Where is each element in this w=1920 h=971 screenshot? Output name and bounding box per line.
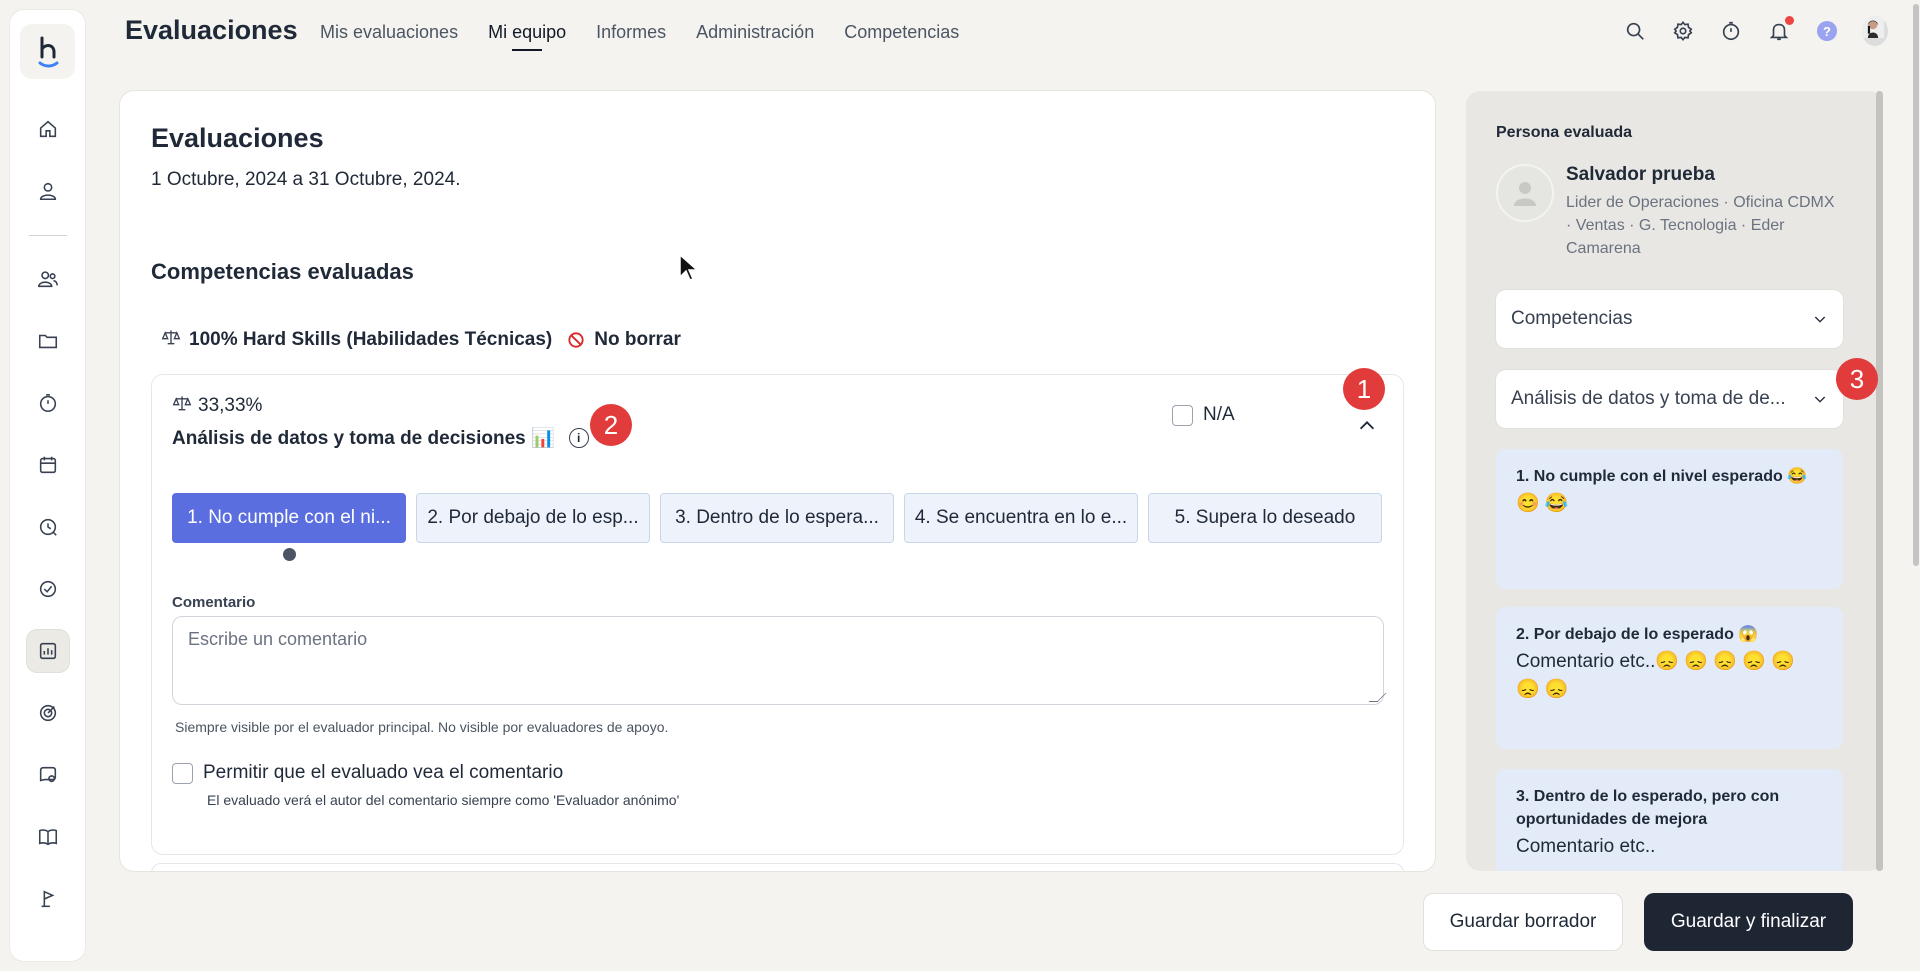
na-option[interactable]: N/A (1172, 404, 1235, 426)
level-card-title: 3. Dentro de lo esperado, pero con oport… (1516, 788, 1780, 828)
user-icon[interactable] (27, 170, 69, 212)
comment-input[interactable] (172, 616, 1384, 705)
notification-dot (1785, 16, 1794, 25)
sidebar-divider (29, 235, 67, 236)
app-title: Evaluaciones (125, 15, 298, 45)
scale-icon (172, 393, 192, 419)
level-option-5[interactable]: 5. Supera lo deseado (1148, 493, 1382, 543)
level-card-body: Comentario etc..😞 😞 😞 😞 😞 😞 😞 (1516, 651, 1795, 700)
avatar[interactable] (1862, 16, 1888, 46)
selected-level-indicator (283, 548, 296, 561)
level-card-title: 1. No cumple con el nivel esperado 😂 (1516, 468, 1808, 485)
group-label: 100% Hard Skills (Habilidades Técnicas) (189, 329, 553, 350)
chat-search-icon[interactable] (27, 754, 69, 796)
page-title: Evaluaciones (151, 123, 324, 153)
nav-administracion[interactable]: Administración (696, 22, 814, 51)
app-logo[interactable] (20, 24, 75, 79)
next-competency-card (151, 863, 1404, 871)
weight-value: 33,33% (198, 395, 263, 416)
level-card-body: Comentario etc.. (1516, 836, 1656, 857)
chevron-down-icon (1814, 396, 1826, 403)
mouse-cursor-icon (678, 253, 700, 283)
permit-note: El evaluado verá el autor del comentario… (207, 792, 680, 808)
person-avatar (1496, 164, 1554, 222)
nav-mis-evaluaciones[interactable]: Mis evaluaciones (320, 22, 458, 51)
help-icon[interactable]: ? (1814, 18, 1840, 44)
level-card-title: 2. Por debajo de lo esperado 😱 (1516, 626, 1759, 643)
visibility-note: Siempre visible por el evaluador princip… (175, 719, 669, 735)
panel-scrollbar-thumb[interactable] (1876, 91, 1883, 871)
category-select[interactable]: Competencias (1496, 290, 1843, 348)
level-selector: 1. No cumple con el ni... 2. Por debajo … (172, 493, 1382, 543)
left-sidebar (10, 10, 85, 961)
panel-scrollbar[interactable] (1876, 91, 1883, 871)
level-card-body: 😊 😂 (1516, 493, 1569, 514)
section-title: Competencias evaluadas (151, 259, 414, 284)
calendar-icon[interactable] (27, 444, 69, 486)
competency-select-value: Análisis de datos y toma de de... (1511, 388, 1786, 409)
nav-mi-equipo[interactable]: Mi equipo (488, 22, 566, 51)
level-option-2[interactable]: 2. Por debajo de lo esp... (416, 493, 650, 543)
users-icon[interactable] (27, 258, 69, 300)
competency-name-label: Análisis de datos y toma de decisiones 📊 (172, 428, 555, 449)
timer-icon[interactable] (1718, 18, 1744, 44)
home-icon[interactable] (27, 108, 69, 150)
annotation-marker-3: 3 (1836, 358, 1878, 400)
nav-competencias[interactable]: Competencias (844, 22, 959, 51)
right-panel: Persona evaluada Salvador prueba Lider d… (1466, 91, 1883, 871)
level-description-card: 3. Dentro de lo esperado, pero con oport… (1496, 769, 1843, 871)
level-option-3[interactable]: 3. Dentro de lo espera... (660, 493, 894, 543)
annotation-marker-2: 2 (590, 404, 632, 446)
panel-title: Persona evaluada (1496, 124, 1633, 141)
folder-icon[interactable] (27, 320, 69, 362)
level-option-1[interactable]: 1. No cumple con el ni... (172, 493, 406, 543)
date-range: 1 Octubre, 2024 a 31 Octubre, 2024. (151, 169, 461, 190)
flag-icon[interactable] (27, 878, 69, 920)
level-description-card: 2. Por debajo de lo esperado 😱 Comentari… (1496, 607, 1843, 749)
target-icon[interactable] (27, 692, 69, 734)
level-description-card: 1. No cumple con el nivel esperado 😂 😊 😂 (1496, 449, 1843, 589)
chart-icon[interactable] (27, 630, 69, 672)
check-circle-icon[interactable] (27, 568, 69, 610)
permit-label: Permitir que el evaluado vea el comentar… (203, 762, 564, 783)
top-nav: Mis evaluaciones Mi equipo Informes Admi… (320, 22, 959, 51)
chevron-down-icon (1814, 316, 1826, 323)
chevron-up-icon[interactable] (1356, 415, 1378, 437)
search-icon[interactable] (1622, 18, 1648, 44)
level-option-4[interactable]: 4. Se encuentra en lo e... (904, 493, 1138, 543)
bell-icon[interactable] (1766, 16, 1794, 44)
person-detail: Lider de Operaciones · Oficina CDMX · Ve… (1566, 194, 1835, 257)
na-checkbox[interactable] (1172, 404, 1193, 426)
page-scrollbar-thumb[interactable] (1913, 4, 1919, 566)
clock-history-icon[interactable] (27, 506, 69, 548)
scale-icon (161, 327, 181, 353)
save-draft-button[interactable]: Guardar borrador (1423, 893, 1623, 951)
top-icons: ? (1622, 16, 1910, 46)
gear-icon[interactable] (1670, 18, 1696, 44)
permit-checkbox[interactable] (172, 762, 193, 784)
group-tag: No borrar (566, 329, 681, 351)
person-name: Salvador prueba (1566, 164, 1715, 185)
save-finalize-button[interactable]: Guardar y finalizar (1644, 893, 1853, 951)
main-card: Evaluaciones 1 Octubre, 2024 a 31 Octubr… (120, 91, 1435, 871)
group-tag-label: No borrar (594, 329, 681, 350)
category-select-value: Competencias (1511, 308, 1633, 329)
competency-group: 100% Hard Skills (Habilidades Técnicas) … (161, 327, 681, 353)
competency-name: Análisis de datos y toma de decisiones 📊… (172, 426, 589, 450)
competency-card: 33,33% Análisis de datos y toma de decis… (151, 374, 1404, 855)
page-scrollbar[interactable] (1912, 0, 1920, 971)
competency-weight: 33,33% (172, 393, 262, 419)
book-icon[interactable] (27, 816, 69, 858)
stopwatch-icon[interactable] (27, 382, 69, 424)
na-label: N/A (1203, 404, 1235, 425)
nav-informes[interactable]: Informes (596, 22, 666, 51)
comment-label: Comentario (172, 594, 256, 611)
info-icon[interactable]: i (568, 428, 589, 448)
competency-select[interactable]: Análisis de datos y toma de de... (1496, 370, 1843, 428)
annotation-marker-1: 1 (1343, 368, 1385, 410)
permit-comment-option[interactable]: Permitir que el evaluado vea el comentar… (172, 762, 563, 784)
